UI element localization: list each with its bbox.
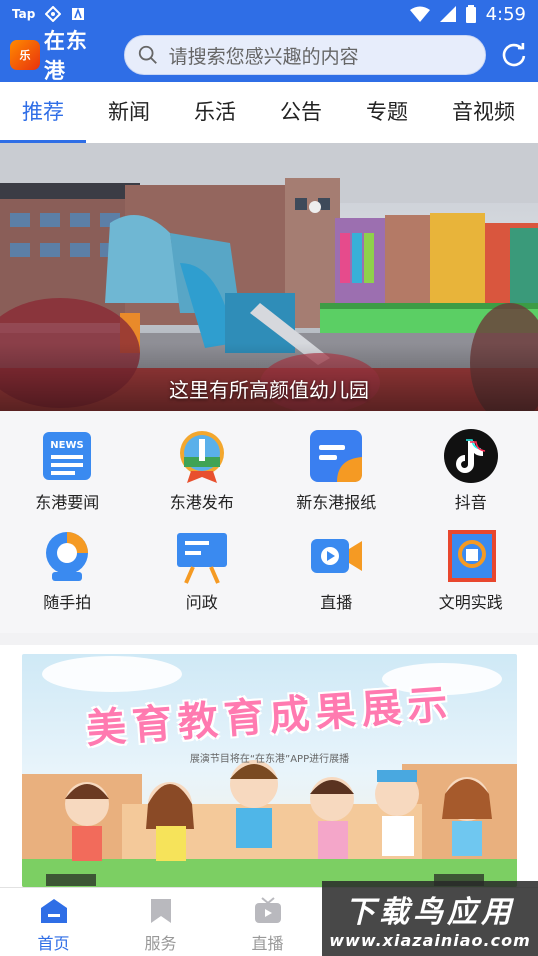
bookmark-icon [150, 899, 171, 923]
watermark-url: www.xiazainiao.com [329, 931, 531, 950]
app-logo: 乐 [10, 40, 40, 70]
app-title: 在东港 [43, 29, 88, 83]
status-bar: Tap 4:59 [0, 0, 538, 28]
grid-item-snapshot[interactable]: 随手拍 [0, 527, 135, 627]
search-icon [138, 45, 157, 64]
grid-item-donggang-release[interactable]: 东港发布 [135, 427, 270, 527]
watermark-overlay: 下载鸟应用 www.xiazainiao.com [322, 881, 538, 956]
app-header: 乐 在东港 请搜索您感兴趣的内容 [0, 28, 538, 83]
battery-icon [465, 5, 476, 23]
grid-item-donggang-news[interactable]: NEWS 东港要闻 [0, 427, 135, 527]
newspaper-icon [310, 430, 363, 482]
lighthouse-badge-icon [179, 431, 224, 483]
tab-announcements[interactable]: 公告 [258, 82, 344, 143]
search-placeholder: 请搜索您感兴趣的内容 [168, 45, 359, 68]
carrier-label: Tap [12, 7, 36, 21]
tab-recommend[interactable]: 推荐 [0, 82, 86, 143]
poster-image: 美育教育成果展示 展演节目将在“在东港”APP进行展播 [22, 654, 517, 887]
svg-text:NEWS: NEWS [51, 440, 84, 451]
watermark-title: 下载鸟应用 [345, 895, 515, 930]
book-icon [447, 530, 496, 582]
tab-topics[interactable]: 专题 [344, 82, 430, 143]
banner-caption: 这里有所高颜值幼儿园 [169, 378, 369, 402]
a-icon [72, 7, 85, 20]
nav-services[interactable]: 服务 [107, 888, 214, 956]
grid-label: 抖音 [454, 493, 487, 512]
refresh-icon[interactable] [500, 41, 528, 69]
nav-label: 直播 [251, 934, 284, 953]
grid-label: 新东港报纸 [296, 493, 377, 512]
video-icon [311, 539, 363, 573]
feed-card[interactable]: 美育教育成果展示 展演节目将在“在东港”APP进行展播 [0, 645, 538, 887]
grid-item-live[interactable]: 直播 [269, 527, 404, 627]
signal-icon [439, 6, 456, 22]
grid-item-civilization-practice[interactable]: 文明实践 [404, 527, 538, 627]
camera-icon [46, 532, 89, 581]
tab-audio-video[interactable]: 音视频 [430, 82, 537, 143]
category-tabs: 推荐 新闻 乐活 公告 专题 音视频 [0, 82, 538, 143]
easel-icon [176, 533, 227, 584]
function-grid: NEWS 东港要闻 东港发布 新东港报纸 抖音 随手拍 问政 直播 文明实践 [0, 411, 538, 633]
grid-label: 随手拍 [43, 593, 92, 612]
nav-label: 服务 [144, 934, 177, 953]
news-icon: NEWS [43, 432, 92, 480]
banner-image [0, 143, 538, 411]
grid-label: 文明实践 [438, 593, 503, 612]
nav-live[interactable]: 直播 [214, 888, 321, 956]
nav-home[interactable]: 首页 [0, 888, 107, 956]
grid-label: 东港要闻 [35, 493, 100, 512]
poster-subtitle: 展演节目将在“在东港”APP进行展播 [189, 754, 350, 765]
grid-item-new-donggang-paper[interactable]: 新东港报纸 [269, 427, 404, 527]
tab-lifestyle[interactable]: 乐活 [172, 82, 258, 143]
wifi-icon [409, 6, 430, 22]
grid-label: 问政 [185, 593, 218, 612]
banner-carousel[interactable]: 这里有所高颜值幼儿园 [0, 143, 538, 411]
tv-icon [254, 897, 281, 923]
nav-label: 首页 [37, 934, 70, 953]
search-input[interactable]: 请搜索您感兴趣的内容 [123, 35, 487, 75]
app-icon [45, 6, 62, 22]
grid-label: 直播 [320, 593, 353, 612]
tab-news[interactable]: 新闻 [86, 82, 172, 143]
grid-item-douyin[interactable]: 抖音 [404, 427, 538, 527]
grid-item-inquiry[interactable]: 问政 [135, 527, 270, 627]
home-icon [40, 899, 67, 923]
clock: 4:59 [485, 3, 526, 25]
tiktok-icon [443, 429, 498, 483]
grid-label: 东港发布 [169, 493, 234, 512]
